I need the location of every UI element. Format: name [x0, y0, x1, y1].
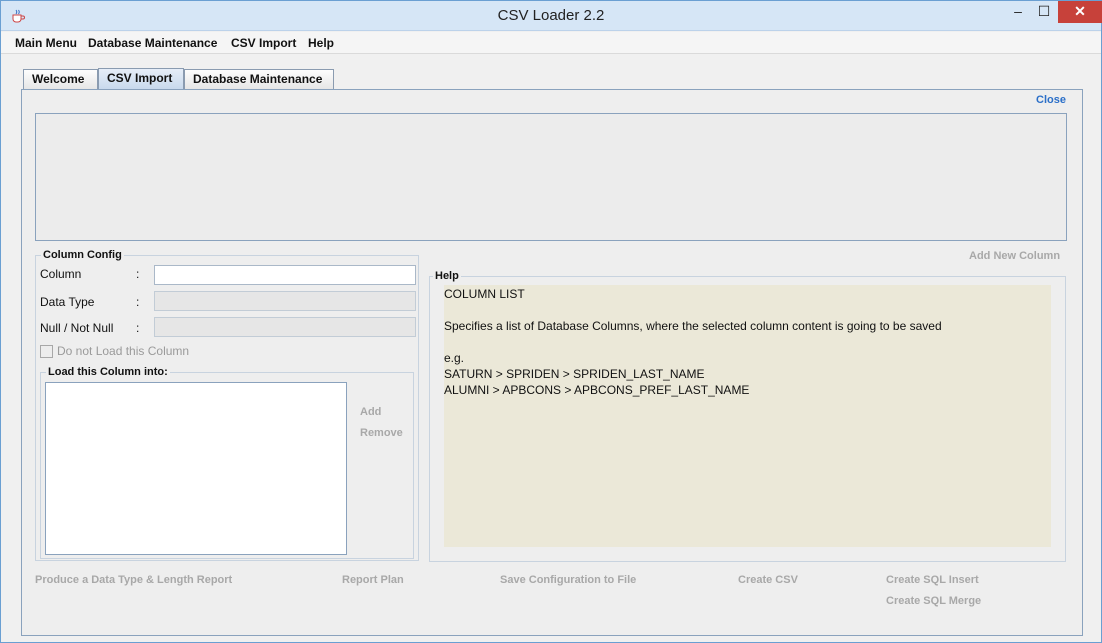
menu-database-maintenance[interactable]: Database Maintenance — [88, 36, 217, 50]
create-sql-insert-button[interactable]: Create SQL Insert — [886, 574, 979, 586]
do-not-load-label[interactable]: Do not Load this Column — [57, 344, 189, 358]
help-text-line: e.g. — [444, 351, 465, 365]
target-columns-list[interactable] — [45, 382, 347, 555]
maximize-button[interactable]: ☐ — [1031, 1, 1057, 23]
produce-report-button[interactable]: Produce a Data Type & Length Report — [35, 574, 232, 586]
remove-button[interactable]: Remove — [360, 427, 403, 439]
add-new-column-button[interactable]: Add New Column — [969, 250, 1060, 262]
data-type-field[interactable] — [154, 291, 416, 311]
null-not-null-label: Null / Not Null — [40, 321, 114, 335]
menu-main-menu[interactable]: Main Menu — [15, 36, 77, 50]
app-window: CSV Loader 2.2 – ☐ ✕ Main Menu Database … — [0, 0, 1102, 643]
null-not-null-field[interactable] — [154, 317, 416, 337]
help-text-line: ALUMNI > APBCONS > APBCONS_PREF_LAST_NAM… — [444, 383, 750, 397]
menu-csv-import[interactable]: CSV Import — [231, 36, 296, 50]
close-window-button[interactable]: ✕ — [1058, 1, 1102, 23]
data-type-label: Data Type — [40, 295, 95, 309]
help-text-line: COLUMN LIST — [444, 287, 525, 301]
column-config-legend: Column Config — [41, 249, 124, 261]
column-label: Column — [40, 267, 82, 281]
help-legend: Help — [433, 270, 461, 282]
create-sql-merge-button[interactable]: Create SQL Merge — [886, 595, 981, 607]
save-configuration-button[interactable]: Save Configuration to File — [500, 574, 636, 586]
create-csv-button[interactable]: Create CSV — [738, 574, 798, 586]
menu-help[interactable]: Help — [308, 36, 334, 50]
window-title: CSV Loader 2.2 — [497, 7, 605, 24]
do-not-load-checkbox[interactable] — [40, 345, 53, 358]
colon: : — [136, 295, 140, 309]
log-text-area[interactable] — [35, 113, 1067, 241]
title-bar: CSV Loader 2.2 – ☐ ✕ — [1, 1, 1102, 31]
menu-bar: Main Menu Database Maintenance CSV Impor… — [1, 32, 1101, 54]
tab-database-maintenance[interactable]: Database Maintenance — [184, 69, 334, 89]
colon: : — [136, 321, 140, 335]
tab-welcome[interactable]: Welcome — [23, 69, 98, 89]
column-input[interactable] — [154, 265, 416, 285]
add-button[interactable]: Add — [360, 406, 381, 418]
report-plan-button[interactable]: Report Plan — [342, 574, 404, 586]
help-text-line: SATURN > SPRIDEN > SPRIDEN_LAST_NAME — [444, 367, 705, 381]
minimize-button[interactable]: – — [1005, 1, 1031, 23]
help-text-line: Specifies a list of Database Columns, wh… — [444, 319, 942, 333]
tab-csv-import[interactable]: CSV Import — [98, 68, 184, 90]
colon: : — [136, 267, 140, 281]
load-column-into-legend: Load this Column into: — [46, 366, 170, 378]
close-link[interactable]: Close — [1036, 94, 1066, 106]
